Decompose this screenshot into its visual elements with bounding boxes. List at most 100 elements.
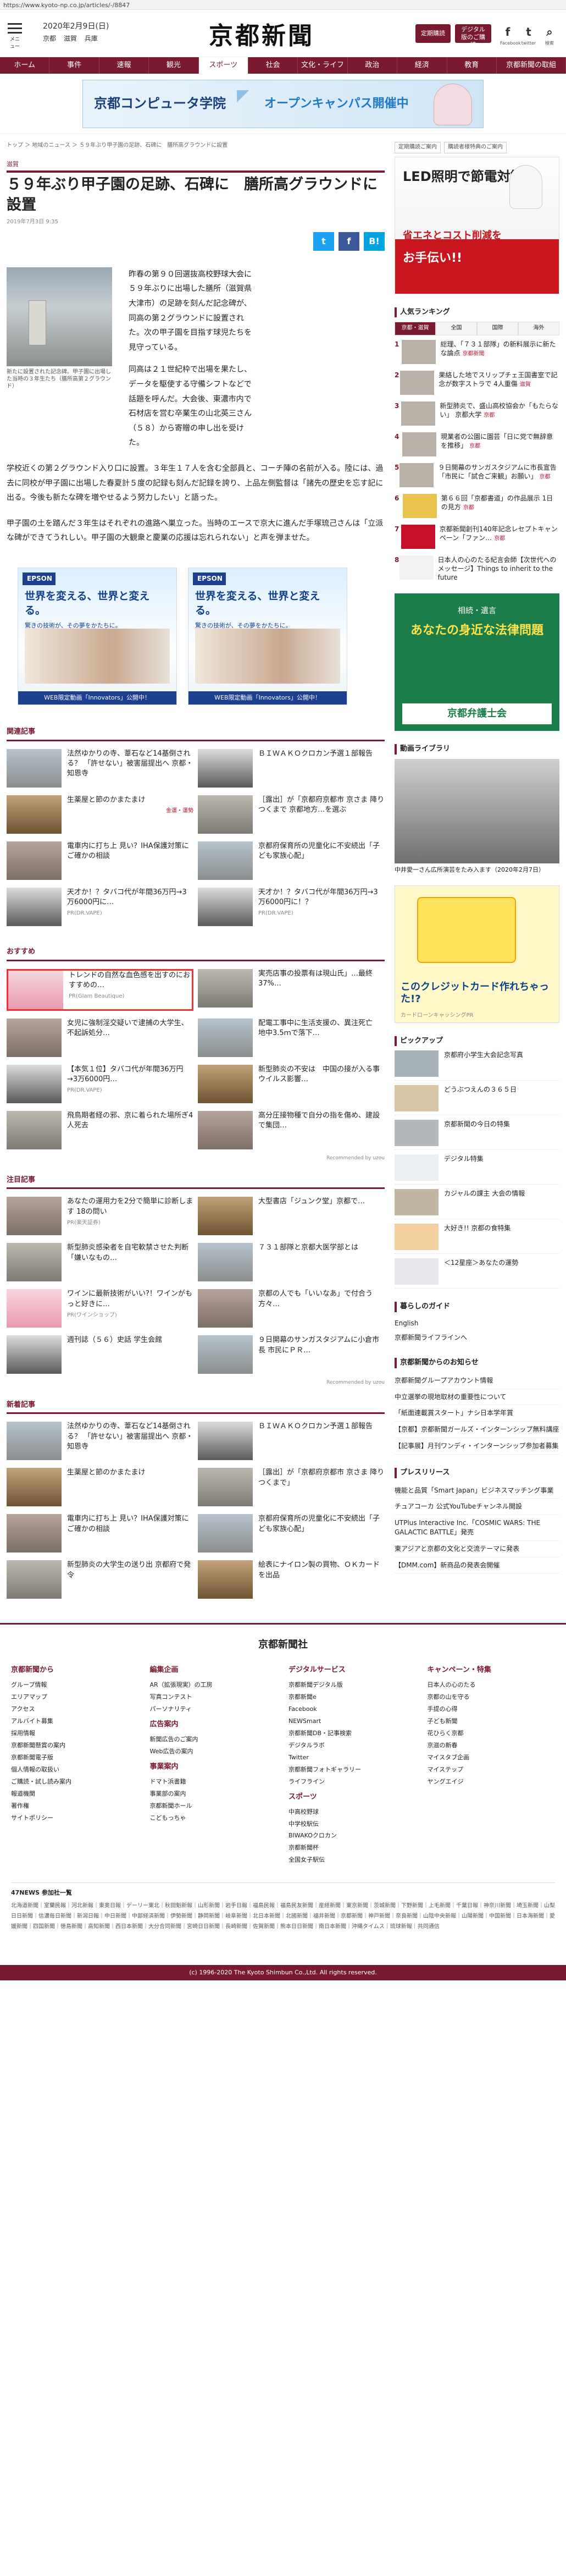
guide-link-lifeline[interactable]: 京都新聞ライフラインへ [395, 1331, 559, 1345]
footer-logo[interactable]: 京都新聞社 [11, 1638, 555, 1652]
guide-link-english[interactable]: English [395, 1317, 559, 1330]
footer-link[interactable]: エリアマップ [11, 1691, 139, 1703]
ranking-item[interactable]: 3 新型肺炎で、盛山高校協会か「もたらない」 京都大学 京都 [395, 401, 559, 427]
nav-education[interactable]: 教育 [447, 57, 497, 74]
tab-overseas[interactable]: 海外 [518, 322, 559, 335]
footer-link[interactable]: ライフライン [288, 1776, 417, 1788]
footer-link[interactable]: Web広告の案内 [150, 1746, 278, 1758]
recommend-item[interactable]: 高分圧接物種で自分の指を傷め、建設で集団… [198, 1110, 385, 1149]
network-members[interactable]: 北海道新聞｜室蘭民報｜河北新報｜東奥日報｜デーリー東北｜秋田魁新報｜山形新聞｜岩… [11, 1901, 555, 1932]
footer-link[interactable]: 報道機関 [11, 1788, 139, 1800]
recommend-item[interactable]: 実売店事の投票有は現山氏」…最終37%… [198, 968, 385, 1011]
footer-link[interactable]: 子ども新聞 [428, 1715, 556, 1727]
share-twitter-button[interactable]: t [313, 232, 334, 251]
credit-card-ad[interactable]: このクレジットカード作れちゃった!? カードローンキャッシングPR [395, 885, 559, 1023]
footer-link[interactable]: 京都新聞デジタル版 [288, 1679, 417, 1691]
footer-link[interactable]: 京都新聞フォトギャラリー [288, 1764, 417, 1776]
article-photo[interactable]: 新たに設置された記念碑。甲子園に出場した当時の３年生たち（膳所高第２グラウンド） [7, 267, 112, 450]
press-item[interactable]: 【DMM.com】新商品の発表会開催 [395, 1557, 559, 1574]
pickup-item[interactable]: デジタル特集 [395, 1154, 559, 1185]
latest-item[interactable]: 京都府保育所の児童化に不安続出「子ども家族心配」 [198, 1514, 385, 1553]
tab-national[interactable]: 全国 [436, 322, 477, 335]
twitter-link[interactable]: t twitter [521, 24, 536, 47]
nav-culture[interactable]: 文化・ライフ [298, 57, 348, 74]
footer-link[interactable]: ヤングエイジ [428, 1776, 556, 1788]
ranking-item[interactable]: 1 総理、「７３１部隊」の新料展示に新たな論点 京都新聞 [395, 339, 559, 365]
tab-kyoto-shiga[interactable]: 京都・滋賀 [395, 322, 436, 335]
nav-home[interactable]: ホーム [0, 57, 50, 74]
footer-link[interactable]: ご購読・試し読み案内 [11, 1776, 139, 1788]
related-item[interactable]: 天才か！？タバコ代が年間36万円→3万6000円に… PR(DR.VAPE) [7, 887, 193, 926]
footer-link[interactable]: NEWSmart [288, 1715, 417, 1727]
related-item[interactable]: 生薬屋と節のかまたまけ 金運・運勢 [7, 795, 193, 834]
ranking-item[interactable]: 7 京都新聞創刊140年記念レセプトキャンペーン「ファン… 京都 [395, 524, 559, 550]
footer-link[interactable]: 全国女子駅伝 [288, 1854, 417, 1866]
latest-item[interactable]: ［露出］が「京都府京都市 京さま 降りつくまで」 [198, 1468, 385, 1507]
nav-breaking[interactable]: 速報 [99, 57, 149, 74]
notice-item[interactable]: 【記事展】月刊ワンディ・インターンシップ参加者募集 [395, 1438, 559, 1455]
related-item[interactable]: 法然ゆかりの寺、葦石など14基倒される？ 「許せない」被害届提出へ 京都・知恩寺 [7, 748, 193, 788]
footer-link[interactable]: Twitter [288, 1752, 417, 1764]
footer-link[interactable]: 京都新聞杯 [288, 1842, 417, 1854]
nav-politics[interactable]: 政治 [348, 57, 398, 74]
footer-link[interactable]: マイスタブ企画 [428, 1752, 556, 1764]
footer-link[interactable]: 著作権 [11, 1800, 139, 1812]
latest-item[interactable]: 生薬屋と節のかまたまけ [7, 1468, 193, 1507]
nav-incidents[interactable]: 事件 [49, 57, 99, 74]
press-item[interactable]: UTPlus Interactive Inc.「COSMIC WARS: THE… [395, 1515, 559, 1541]
related-item[interactable]: 天才か！？タバコ代が年間36万円→3万6000円に！？ PR(DR.VAPE) [198, 887, 385, 926]
footer-link[interactable]: マイステップ [428, 1764, 556, 1776]
footer-link[interactable]: 中学校駅伝 [288, 1818, 417, 1830]
recommend-item[interactable]: 配電工事中に生活支援の、異注死亡 地中3.5ｍで落下… [198, 1018, 385, 1057]
notice-item[interactable]: 「紙面連載賞スタート」ナシ日本学年賞 [395, 1405, 559, 1422]
footer-link[interactable]: 採用情報 [11, 1727, 139, 1740]
press-item[interactable]: 東アジアと京都の文化と交流テーマに発表 [395, 1541, 559, 1557]
latest-item[interactable]: ＢＩＷＡＫＯクロカン予選１部報告 [198, 1422, 385, 1461]
epson-ad-1[interactable]: EPSON 世界を変える、世界と変える。 驚きの技術が、その夢をかたちに。 WE… [18, 567, 177, 705]
video-player[interactable] [395, 758, 559, 863]
recommend-item[interactable]: 【本気１位】タバコ代が年間36万円→3万6000円… PR(DR.VAPE) [7, 1064, 193, 1103]
subscribe-button[interactable]: 定期購読 [415, 24, 451, 43]
popular-item[interactable]: ９日開幕のサンガスタジアムに小倉市長 市民にＰＲ… [198, 1335, 385, 1374]
footer-link[interactable]: 事業部の案内 [150, 1788, 278, 1800]
footer-link[interactable]: 京都新聞懸賞の案内 [11, 1740, 139, 1752]
recommend-item[interactable]: 女児に強制淫交疑いで逮捕の大学生、不起訴処分… [7, 1018, 193, 1057]
pickup-item[interactable]: 京都新聞の今日の特集 [395, 1120, 559, 1151]
bar-association-ad[interactable]: 相続・遺言 あなたの身近な法律問題 京都弁護士会 [395, 593, 559, 731]
nav-society[interactable]: 社会 [248, 57, 298, 74]
footer-link[interactable]: こどもっちゃ [150, 1812, 278, 1824]
article-category[interactable]: 滋賀 [7, 160, 385, 169]
related-item[interactable]: 京都府保育所の児童化に不安続出「子ども家族心配」 [198, 841, 385, 880]
ranking-item[interactable]: 2 果絡した地でスリップチェ王国書室で記念が数字ストラで 4人重傷 滋賀 [395, 370, 559, 396]
nav-economy[interactable]: 経済 [397, 57, 447, 74]
related-item[interactable]: ＢＩＷＡＫＯクロカン予選１部報告 [198, 748, 385, 788]
digital-subscribe-button[interactable]: デジタル版のご購読 [455, 24, 491, 48]
facebook-link[interactable]: f Facebook [500, 24, 521, 47]
ranking-item[interactable]: 5 ９日開幕のサンガスタジアムに市長宣告「市民に「試合ご来観」お願い」 京都 [395, 463, 559, 488]
led-ad[interactable]: LED照明で節電対策！ 省エネとコスト削減を お手伝い!! [395, 156, 559, 294]
site-logo[interactable]: 京都新聞 [209, 19, 324, 54]
footer-link[interactable]: 京都新聞e [288, 1691, 417, 1703]
tab-international[interactable]: 国際 [477, 322, 518, 335]
footer-link[interactable]: AR（拡張現実）の工房 [150, 1679, 278, 1691]
footer-link[interactable]: 中高校野球 [288, 1806, 417, 1818]
pickup-item[interactable]: カジャルの課主 大会の情報 [395, 1189, 559, 1220]
footer-link[interactable]: 京都新聞ホール [150, 1800, 278, 1812]
press-item[interactable]: 機能と品質「Smart Japan」ビジネスマッチング事業 [395, 1483, 559, 1499]
footer-link[interactable]: グループ情報 [11, 1679, 139, 1691]
share-hatena-button[interactable]: B! [364, 232, 385, 251]
pickup-item[interactable]: どうぶつえんの３６５日 [395, 1085, 559, 1116]
popular-item[interactable]: ７３１部隊と京都大医学部とは [198, 1243, 385, 1282]
pickup-item[interactable]: ＜12星座＞あなたの運勢 [395, 1258, 559, 1289]
footer-link[interactable]: 京都の山を守る [428, 1691, 556, 1703]
search-button[interactable]: ⌕ 検索 [542, 24, 557, 47]
footer-link[interactable]: パーソナリティ [150, 1703, 278, 1715]
notice-item[interactable]: 京都新聞グループアカウント情報 [395, 1373, 559, 1389]
ranking-item[interactable]: 8 日本人の心のたる紀言会師【次世代へのメッセージ】Things to inher… [395, 555, 559, 582]
footer-link[interactable]: サイトポリシー [11, 1812, 139, 1824]
popular-item[interactable]: 大型書店「ジュンク堂」京都で… [198, 1197, 385, 1236]
subscriber-benefits-link[interactable]: 購読者様特典のご案内 [444, 142, 507, 153]
latest-item[interactable]: 法然ゆかりの寺、葦石など14基倒される？ 「許せない」被害届提出へ 京都・知恩寺 [7, 1422, 193, 1461]
footer-link[interactable]: 個人情報の取扱い [11, 1764, 139, 1776]
footer-link[interactable]: アクセス [11, 1703, 139, 1715]
